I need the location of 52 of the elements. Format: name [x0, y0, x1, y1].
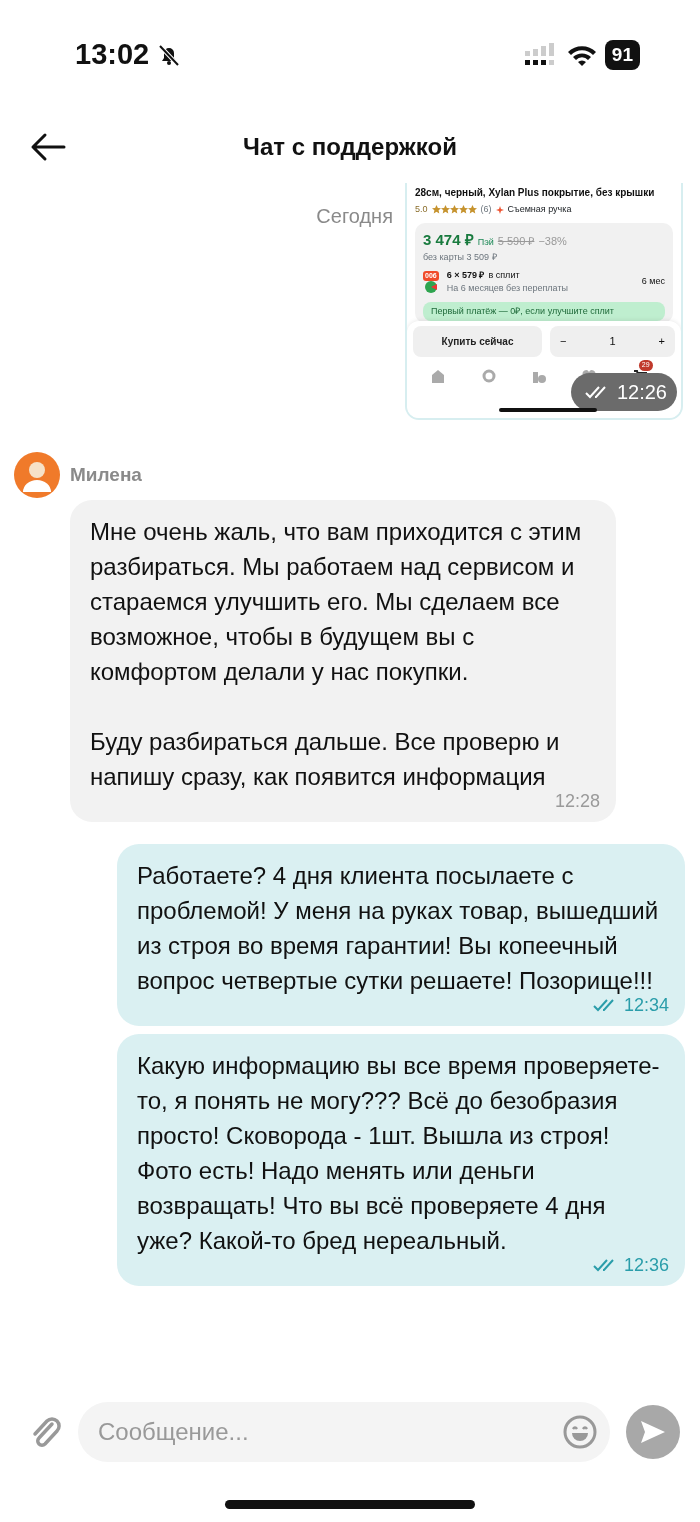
review-count: (6): [480, 203, 492, 216]
message-time: 12:26: [616, 380, 667, 405]
circle-icon[interactable]: [481, 369, 496, 383]
message-time: 12:28: [554, 790, 600, 812]
paperclip-icon[interactable]: [30, 1414, 62, 1450]
star-icon: [449, 205, 459, 215]
split-note: На 6 месяцев без переплаты: [446, 282, 569, 295]
avatar: [14, 452, 60, 498]
star-icon: [458, 205, 468, 215]
message-text: Буду разбираться дальше. Все проверю и напишу сразу, как появится информация: [90, 727, 561, 792]
mascot-icon: [423, 281, 438, 294]
clock-time: 13:02: [75, 37, 150, 73]
pin-icon: [495, 205, 504, 214]
message-text: Какую информацию вы все время проверяете-то, я понять не могу??? Всё до безобразия просто! Сковорода - 1шт. Вышла из строя! Фото есть! Надо менять или деньги возвращать! Что вы всё проверяете 4 дня уже? Какой-то бред нереальный.: [137, 1051, 661, 1256]
send-button[interactable]: [626, 1405, 680, 1459]
old-price: 5 590 ₽: [497, 233, 535, 249]
screenshot-preview[interactable]: [405, 183, 683, 420]
send-icon: [639, 1419, 667, 1445]
muted-bell-icon: [157, 43, 182, 67]
split-price: 6 × 579 ₽: [446, 268, 485, 282]
message-time: 12:34: [623, 994, 669, 1016]
quantity-stepper[interactable]: − 1 +: [550, 326, 675, 357]
star-icon: [431, 205, 441, 215]
back-arrow-icon[interactable]: [30, 132, 66, 162]
message-text: Мне очень жаль, что вам приходится с этим разбираться. Мы работаем над сервисом и стараемся улучшить его. Мы сделаем все возможное, чтобы в будущем вы с комфортом делали у нас покупки.: [90, 517, 583, 687]
star-icon: [440, 205, 450, 215]
pay-label: Пэй: [477, 235, 494, 249]
star-icon: [467, 205, 477, 215]
message-text: Работаете? 4 дня клиента посылаете с проблемой! У меня на руках товар, вышедший из строя во время гарантии! Вы копеечный вопрос четвертые сутки решаете! Позорище!!!: [137, 861, 660, 996]
buy-now-button[interactable]: Купить сейчас: [413, 326, 542, 357]
minus-button[interactable]: −: [560, 333, 567, 350]
rating-value: 5.0: [415, 203, 428, 216]
message-time: 12:36: [623, 1254, 669, 1276]
emoji-icon[interactable]: [562, 1414, 598, 1450]
split-suffix: в сплит: [488, 268, 520, 282]
card-free-price-label: без карты 3 509 ₽: [423, 251, 498, 264]
battery-level: 91: [604, 39, 640, 71]
feature-link[interactable]: Съемная ручка: [507, 203, 572, 217]
quantity-value: 1: [609, 334, 616, 350]
home-icon[interactable]: [431, 369, 446, 383]
plus-button[interactable]: +: [658, 333, 665, 350]
product-title: 28см, черный, Xylan Plus покрытие, без крышки: [414, 186, 656, 200]
sender-name: Милена: [70, 462, 142, 487]
split-banner[interactable]: Первый платёж — 0₽, если улучшите сплит: [423, 301, 665, 321]
chat-title: Чат с поддержкой: [243, 131, 457, 162]
message-input[interactable]: Сообщение...: [78, 1402, 610, 1462]
price: 3 474 ₽: [423, 229, 474, 250]
discount: −38%: [538, 233, 567, 249]
date-separator: Сегодня: [316, 204, 393, 229]
split-term[interactable]: 6 мес: [641, 275, 665, 289]
bottles-icon[interactable]: [531, 369, 546, 383]
wifi-icon: [566, 44, 597, 66]
